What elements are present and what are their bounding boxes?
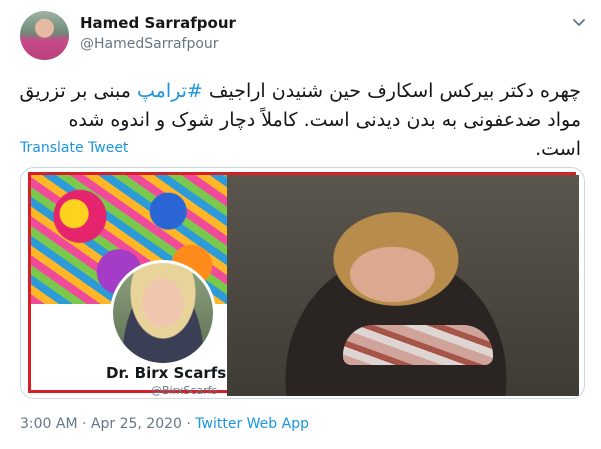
- author-handle[interactable]: @HamedSarrafpour: [80, 36, 219, 52]
- tweet-metadata: 3:00 AM · Apr 25, 2020 · Twitter Web App: [20, 416, 309, 432]
- chevron-down-icon[interactable]: [571, 14, 587, 30]
- meta-separator: ·: [77, 416, 91, 432]
- author-display-name[interactable]: Hamed Sarrafpour: [80, 14, 236, 32]
- tweet-media[interactable]: Dr. Birx Scarfs @BirxScarfs: [20, 167, 585, 399]
- source-app-link[interactable]: Twitter Web App: [195, 416, 309, 432]
- media-profile-name: Dr. Birx Scarfs: [106, 364, 227, 382]
- profile-photo: [110, 260, 216, 366]
- hashtag-link[interactable]: #ترامپ: [137, 80, 203, 102]
- media-profile-handle: @BirxScarfs: [151, 384, 218, 397]
- tweet-time[interactable]: 3:00 AM: [20, 416, 78, 432]
- author-avatar[interactable]: [20, 11, 69, 60]
- scarf-detail: [343, 325, 493, 365]
- tweet-card: Hamed Sarrafpour @HamedSarrafpour چهره د…: [0, 0, 601, 449]
- media-image: Dr. Birx Scarfs @BirxScarfs: [28, 172, 579, 397]
- translate-tweet-link[interactable]: Translate Tweet: [20, 140, 128, 156]
- tweet-date[interactable]: Apr 25, 2020: [91, 416, 182, 432]
- tweet-text-part: چهره دکتر بیرکس اسکارف حین شنیدن اراجیف: [202, 80, 581, 102]
- meta-separator: ·: [181, 416, 196, 432]
